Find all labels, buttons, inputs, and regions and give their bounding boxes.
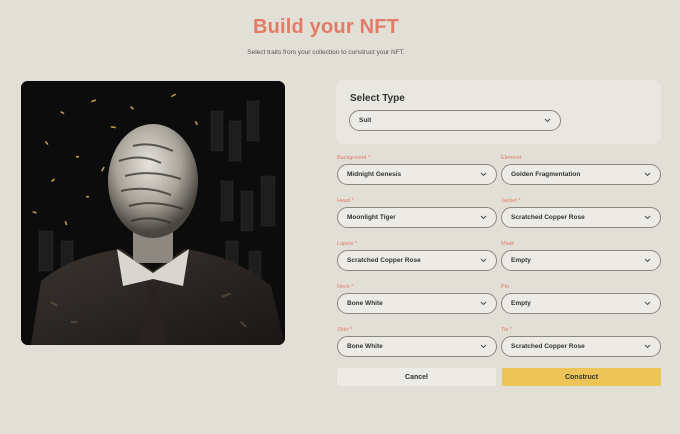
construct-button[interactable]: Construct — [502, 368, 661, 386]
required-marker: * — [509, 327, 513, 333]
select-value: Empty — [511, 300, 531, 307]
shirt-select[interactable]: Bone White — [337, 336, 497, 357]
required-marker: * — [351, 284, 354, 290]
field-label: Neck — [337, 284, 350, 290]
jacket-select[interactable]: Scratched Copper Rose — [501, 207, 661, 228]
required-marker: * — [354, 241, 357, 247]
field-label: Head — [337, 198, 351, 204]
field-label: Mask — [501, 241, 515, 247]
field-lapels: Lapels * Scratched Copper Rose — [337, 241, 497, 271]
mask-select[interactable]: Empty — [501, 250, 661, 271]
chevron-down-icon — [644, 257, 651, 264]
element-select[interactable]: Golden Fragmentation — [501, 164, 661, 185]
type-select-value: Suit — [359, 117, 372, 124]
chevron-down-icon — [480, 300, 487, 307]
tie-select[interactable]: Scratched Copper Rose — [501, 336, 661, 357]
field-head: Head * Moonlight Tiger — [337, 198, 497, 228]
nft-preview-image — [21, 81, 285, 345]
chevron-down-icon — [644, 300, 651, 307]
chevron-down-icon — [480, 257, 487, 264]
neck-select[interactable]: Bone White — [337, 293, 497, 314]
page-title: Build your NFT — [252, 16, 400, 38]
select-type-label: Select Type — [350, 93, 405, 104]
pin-select[interactable]: Empty — [501, 293, 661, 314]
chevron-down-icon — [480, 214, 487, 221]
select-value: Scratched Copper Rose — [511, 343, 585, 350]
field-label: Lapels — [337, 241, 354, 247]
field-pin: Pin Empty — [501, 284, 661, 314]
chevron-down-icon — [644, 343, 651, 350]
page-subtitle: Select traits from your collection to co… — [247, 49, 405, 56]
field-label: Shirt — [337, 327, 349, 333]
field-tie: Tie * Scratched Copper Rose — [501, 327, 661, 357]
select-type-panel: Select Type Suit — [336, 80, 661, 144]
field-label: Pin — [501, 284, 509, 290]
select-value: Moonlight Tiger — [347, 214, 396, 221]
select-value: Scratched Copper Rose — [347, 257, 421, 264]
select-value: Golden Fragmentation — [511, 171, 581, 178]
select-value: Bone White — [347, 343, 383, 350]
field-jacket: Jacket * Scratched Copper Rose — [501, 198, 661, 228]
required-marker: * — [351, 198, 354, 204]
chevron-down-icon — [480, 343, 487, 350]
background-select[interactable]: Midnight Genesis — [337, 164, 497, 185]
chevron-down-icon — [644, 171, 651, 178]
field-label: Jacket — [501, 198, 517, 204]
required-marker: * — [349, 327, 352, 333]
field-label: Background — [337, 155, 367, 161]
field-neck: Neck * Bone White — [337, 284, 497, 314]
lapels-select[interactable]: Scratched Copper Rose — [337, 250, 497, 271]
chevron-down-icon — [480, 171, 487, 178]
field-mask: Mask Empty — [501, 241, 661, 271]
select-value: Bone White — [347, 300, 383, 307]
chevron-down-icon — [544, 117, 551, 124]
select-value: Midnight Genesis — [347, 171, 402, 178]
field-label: Element — [501, 155, 522, 161]
select-value: Scratched Copper Rose — [511, 214, 585, 221]
field-background: Background * Midnight Genesis — [337, 155, 497, 185]
field-label: Tie — [501, 327, 509, 333]
chevron-down-icon — [644, 214, 651, 221]
field-shirt: Shirt * Bone White — [337, 327, 497, 357]
required-marker: * — [518, 198, 521, 204]
cancel-button[interactable]: Cancel — [337, 368, 496, 386]
type-select[interactable]: Suit — [349, 110, 561, 131]
head-select[interactable]: Moonlight Tiger — [337, 207, 497, 228]
required-marker: * — [367, 155, 371, 161]
field-element: Element Golden Fragmentation — [501, 155, 661, 185]
select-value: Empty — [511, 257, 531, 264]
